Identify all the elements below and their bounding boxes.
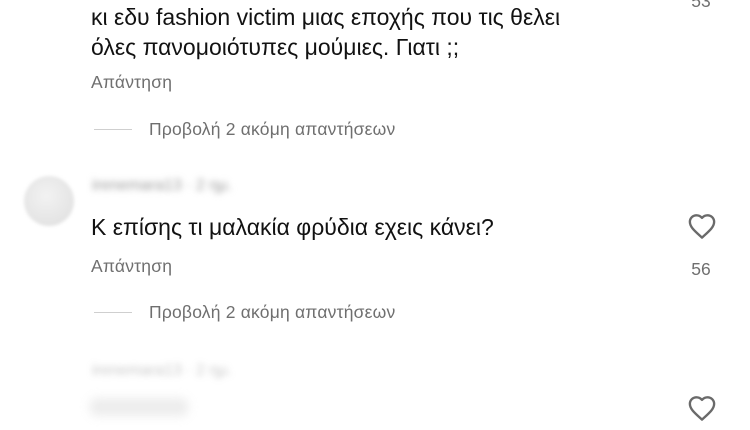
comment-2-like-count: 56 — [691, 259, 711, 279]
comment-1-like-count: 53 — [691, 0, 711, 11]
comment-2-view-more-replies[interactable]: Προβολή 2 ακόμη απαντήσεων — [94, 302, 395, 323]
comment-1-reply-button[interactable]: Απάντηση — [91, 72, 172, 93]
comment-2-reply-button[interactable]: Απάντηση — [91, 256, 172, 277]
replies-divider-line — [94, 311, 132, 314]
comment-2-text: Κ επίσης τι μαλακία φρύδια εχεις κάνει? — [91, 214, 494, 240]
comment-1-text-line-1: κι εδυ fashion victim μιας εποχής που τι… — [91, 4, 561, 30]
comment-3-username-time[interactable]: irenemara13 · 2 ημ. — [92, 362, 232, 380]
comment-1-text-line-2: όλες πανομοιότυπες μούμιες. Γιατι ;; — [91, 34, 460, 60]
replies-divider-line — [94, 128, 132, 131]
comment-2-heart-icon[interactable] — [687, 212, 717, 240]
comment-2-username-time[interactable]: irenemara13 · 2 ημ. — [92, 177, 232, 195]
view-more-replies-label: Προβολή 2 ακόμη απαντήσεων — [149, 119, 396, 139]
comment-3-heart-icon[interactable] — [687, 394, 717, 422]
view-more-replies-label: Προβολή 2 ακόμη απαντήσεων — [149, 302, 396, 322]
comment-2-avatar[interactable] — [24, 176, 74, 226]
comment-3-text-placeholder — [90, 398, 188, 416]
comment-1-view-more-replies[interactable]: Προβολή 2 ακόμη απαντήσεων — [94, 119, 395, 140]
